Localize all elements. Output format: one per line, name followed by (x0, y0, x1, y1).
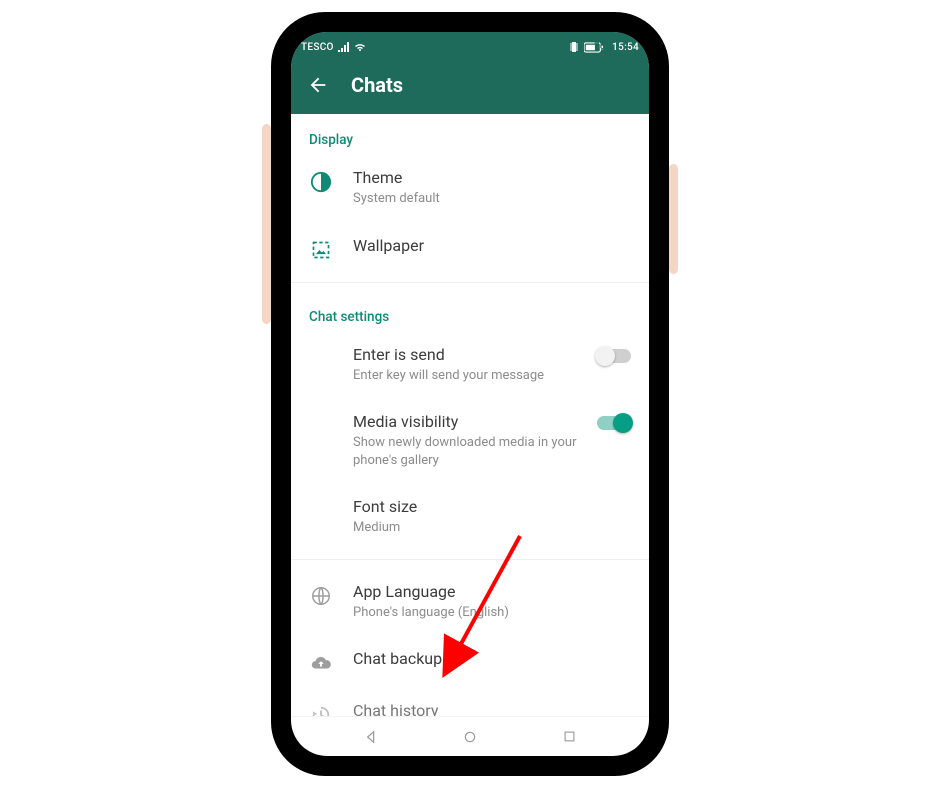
row-media-subtitle: Show newly downloaded media in your phon… (353, 434, 577, 469)
carrier-label: TESCO (301, 42, 334, 53)
status-bar: TESCO 76 15:54 (291, 38, 649, 56)
row-app-language-title: App Language (353, 582, 631, 601)
nav-back-button[interactable] (351, 717, 391, 757)
row-wallpaper-title: Wallpaper (353, 236, 631, 255)
row-wallpaper[interactable]: Wallpaper (291, 222, 649, 274)
row-app-language[interactable]: App Language Phone's language (English) (291, 568, 649, 636)
row-chat-history[interactable]: Chat history (291, 687, 649, 716)
triangle-back-icon (363, 729, 379, 745)
divider (291, 282, 649, 283)
row-font-size-subtitle: Medium (353, 519, 631, 537)
arrow-back-icon (307, 74, 329, 96)
back-button[interactable] (305, 72, 331, 98)
theme-icon (309, 170, 333, 194)
screen: TESCO 76 15:54 Chats (291, 32, 649, 756)
row-enter-is-send[interactable]: Enter is send Enter key will send your m… (291, 331, 649, 399)
row-chat-backup[interactable]: Chat backup (291, 635, 649, 687)
row-theme-title: Theme (353, 168, 631, 187)
stage: TESCO 76 15:54 Chats (0, 0, 940, 788)
nav-home-button[interactable] (450, 717, 490, 757)
row-enter-send-subtitle: Enter key will send your message (353, 367, 577, 385)
row-media-title: Media visibility (353, 412, 577, 431)
divider (291, 559, 649, 560)
row-chat-history-title: Chat history (353, 701, 631, 716)
toggle-media-visibility[interactable] (597, 416, 631, 430)
row-media-visibility[interactable]: Media visibility Show newly downloaded m… (291, 398, 649, 483)
phone-frame: TESCO 76 15:54 Chats (273, 14, 667, 774)
status-right: 76 15:54 (568, 41, 639, 53)
row-chat-backup-title: Chat backup (353, 649, 631, 668)
row-theme[interactable]: Theme System default (291, 154, 649, 222)
nav-recents-button[interactable] (550, 717, 590, 757)
wifi-icon (354, 42, 366, 52)
signal-icon (338, 42, 350, 52)
square-recents-icon (562, 729, 577, 744)
history-icon (309, 703, 333, 716)
app-header: TESCO 76 15:54 Chats (291, 32, 649, 114)
spacer-icon (309, 414, 333, 438)
battery-percentage: 76 (594, 42, 605, 52)
globe-icon (309, 584, 333, 608)
android-navbar (291, 716, 649, 756)
row-app-language-subtitle: Phone's language (English) (353, 604, 631, 622)
title-row: Chats (291, 56, 649, 114)
settings-content: Display Theme System default Wal (291, 114, 649, 716)
cloud-upload-icon (309, 651, 333, 675)
spacer-icon (309, 499, 333, 523)
row-enter-send-title: Enter is send (353, 345, 577, 364)
clock-label: 15:54 (612, 42, 639, 53)
wallpaper-icon (309, 238, 333, 262)
section-chat-settings-label: Chat settings (291, 291, 649, 331)
toggle-enter-send[interactable] (597, 349, 631, 363)
page-title: Chats (351, 73, 403, 97)
section-display-label: Display (291, 114, 649, 154)
row-theme-subtitle: System default (353, 190, 631, 208)
row-font-size[interactable]: Font size Medium (291, 483, 649, 551)
circle-home-icon (462, 729, 478, 745)
row-font-size-title: Font size (353, 497, 631, 516)
status-left: TESCO (301, 42, 366, 53)
spacer-icon (309, 347, 333, 371)
vibrate-icon (568, 41, 580, 53)
